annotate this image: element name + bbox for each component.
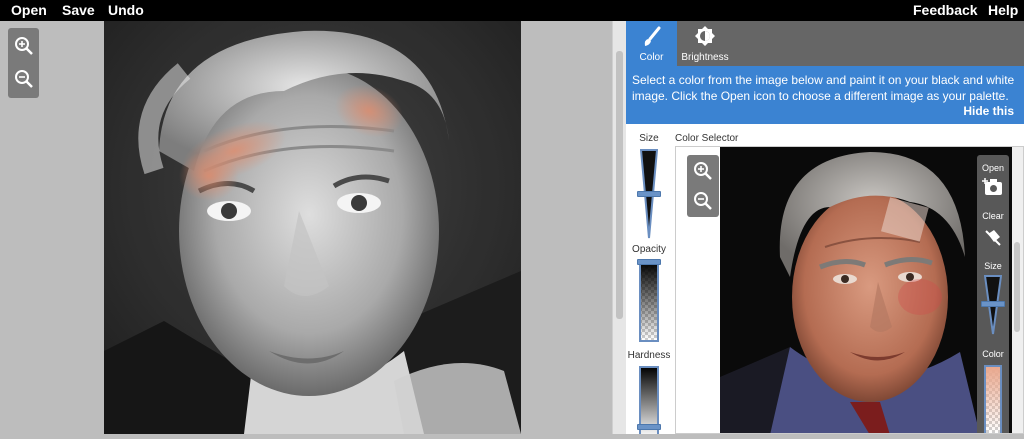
palette-open-label[interactable]: Open (977, 163, 1009, 173)
picker-size-slider[interactable] (981, 275, 1005, 335)
save-menu[interactable]: Save (62, 2, 95, 18)
color-panel: Color Brightness Select a color from the… (626, 21, 1024, 438)
hardness-slider[interactable] (637, 366, 661, 438)
picker-size-handle[interactable] (981, 301, 1005, 307)
feedback-menu[interactable]: Feedback (913, 2, 978, 18)
picker-color-label: Color (982, 349, 1004, 359)
picker-size-label: Size (984, 261, 1002, 271)
size-label: Size (639, 133, 659, 144)
instructions-banner: Select a color from the image below and … (626, 66, 1024, 124)
zoom-out-icon[interactable] (11, 66, 36, 91)
tab-brightness-label: Brightness (681, 52, 729, 63)
selector-zoom-out-icon[interactable] (690, 188, 715, 213)
undo-menu[interactable]: Undo (108, 2, 144, 18)
selector-zoom-in-icon[interactable] (690, 158, 715, 183)
brush-tools: Size Opacity Hardness (626, 129, 672, 438)
editing-canvas[interactable] (0, 21, 612, 434)
panel-tabs: Color Brightness (626, 21, 1024, 66)
open-menu[interactable]: Open (11, 2, 47, 18)
opacity-slider-handle[interactable] (637, 259, 661, 265)
picked-color-swatch (984, 365, 1002, 433)
tab-color[interactable]: Color (626, 21, 677, 66)
top-menu-bar: Open Save Undo Feedback Help (0, 0, 1024, 21)
hardness-slider-handle[interactable] (637, 424, 661, 430)
selector-zoom-controls (687, 155, 719, 217)
zoom-in-icon[interactable] (11, 33, 36, 58)
selector-scrollbar-thumb[interactable] (1014, 242, 1020, 332)
eraser-icon[interactable] (984, 228, 1002, 251)
hide-this-link[interactable]: Hide this (963, 103, 1014, 119)
black-and-white-photo[interactable] (104, 21, 521, 434)
tab-brightness[interactable]: Brightness (677, 21, 733, 66)
canvas-scrollbar[interactable] (612, 21, 626, 434)
size-slider[interactable] (637, 149, 661, 239)
brightness-icon (694, 25, 716, 50)
help-menu[interactable]: Help (988, 2, 1018, 18)
hardness-label: Hardness (627, 350, 671, 361)
color-selector-label: Color Selector (675, 133, 739, 144)
canvas-scrollbar-thumb[interactable] (616, 51, 623, 319)
color-palette-photo[interactable] (720, 147, 1020, 433)
canvas-zoom-controls (8, 28, 39, 98)
size-slider-handle[interactable] (637, 191, 661, 197)
selector-tool-strip: Open Clear Size Color (977, 155, 1009, 433)
paintbrush-icon (642, 26, 662, 51)
opacity-slider[interactable] (637, 259, 661, 342)
color-selector: Open Clear Size Color (675, 146, 1024, 434)
tab-color-label: Color (639, 52, 664, 63)
camera-add-icon[interactable] (982, 178, 1004, 201)
selector-scrollbar[interactable] (1012, 147, 1023, 433)
palette-clear-label[interactable]: Clear (977, 211, 1009, 221)
opacity-label: Opacity (632, 244, 666, 255)
instructions-text: Select a color from the image below and … (632, 73, 1015, 103)
